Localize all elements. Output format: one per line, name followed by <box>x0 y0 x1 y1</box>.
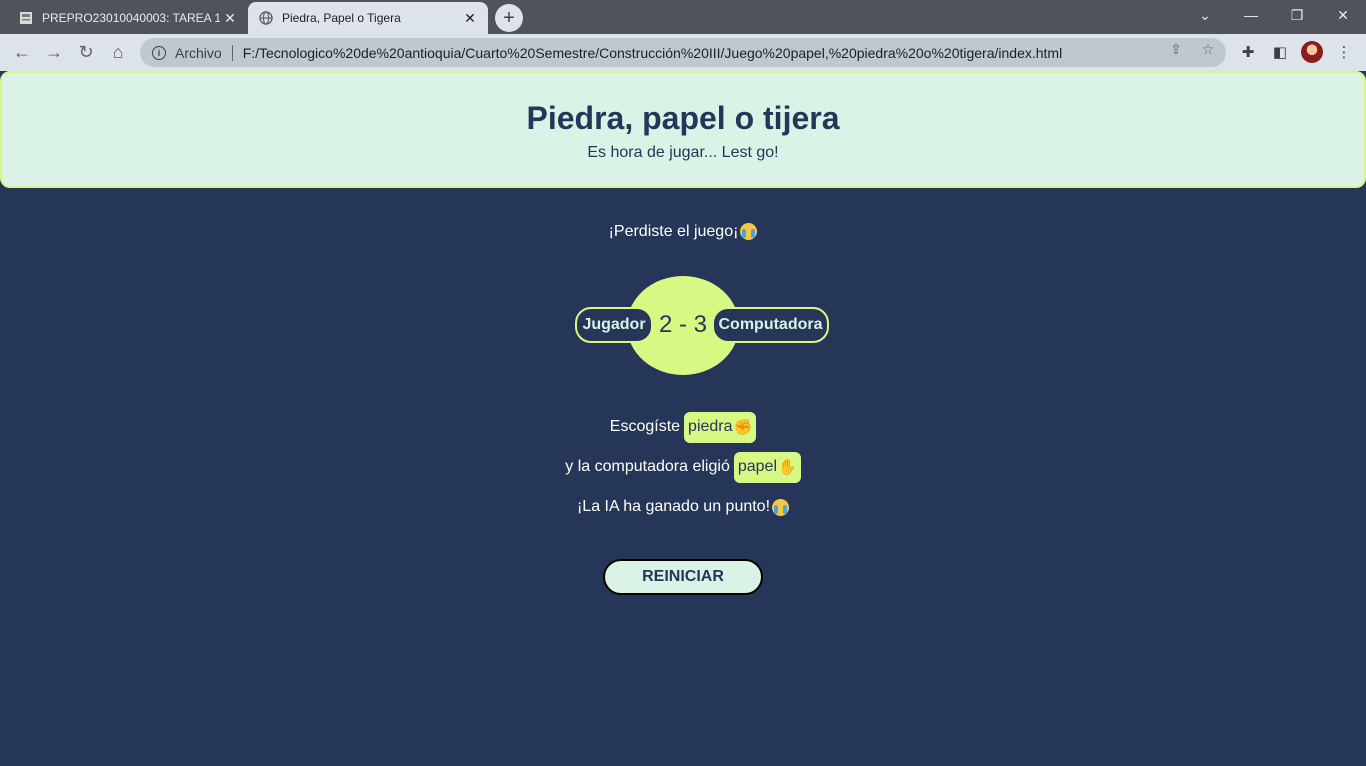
computer-choice-line: y la computadora eligió papel ✋ <box>0 451 1366 483</box>
page-subtitle: Es hora de jugar... Lest go! <box>587 144 779 161</box>
reload-icon[interactable]: ↻ <box>72 38 100 66</box>
fist-icon: ✊ <box>733 419 753 436</box>
player-choice-prefix: Escogíste <box>609 418 681 435</box>
close-tab-icon[interactable]: ✕ <box>460 8 480 28</box>
computer-label: Computadora <box>712 307 829 343</box>
minimize-icon[interactable]: — <box>1228 0 1274 30</box>
tab-search-icon[interactable]: ⌄ <box>1182 0 1228 30</box>
url-text[interactable]: F:/Tecnologico%20de%20antioquia/Cuarto%2… <box>243 45 1226 61</box>
address-bar[interactable]: i Archivo F:/Tecnologico%20de%20antioqui… <box>140 38 1226 67</box>
crying-emoji-icon <box>772 498 790 516</box>
close-tab-icon[interactable]: ✕ <box>220 8 240 28</box>
round-message-line: ¡La IA ha ganado un punto! <box>0 491 1366 523</box>
tab-title: Piedra, Papel o Tigera <box>282 11 401 25</box>
menu-icon[interactable]: ⋮ <box>1334 42 1354 62</box>
reset-button[interactable]: REINICIAR <box>603 559 763 595</box>
share-icon[interactable]: ⇪ <box>1168 41 1184 57</box>
page-title: Piedra, papel o tijera <box>526 100 840 136</box>
crying-emoji-icon <box>740 223 758 241</box>
result-text: ¡Perdiste el juego¡ <box>608 223 739 240</box>
globe-icon <box>258 10 274 26</box>
restore-icon[interactable]: ❐ <box>1274 0 1320 30</box>
scheme-label: Archivo <box>175 44 222 61</box>
forward-icon[interactable]: → <box>40 38 68 66</box>
divider <box>231 44 233 61</box>
player-choice-badge: piedra ✊ <box>684 411 757 443</box>
close-window-icon[interactable]: ✕ <box>1320 0 1366 30</box>
avatar[interactable] <box>1301 41 1323 63</box>
tab-tarea[interactable]: PREPRO23010040003: TAREA 1 ✕ <box>8 2 248 34</box>
back-icon[interactable]: ← <box>8 38 36 66</box>
player-choice-line: Escogíste piedra ✊ <box>0 411 1366 443</box>
computer-choice-prefix: y la computadora eligió <box>565 458 730 475</box>
computer-choice-badge: papel ✋ <box>733 451 801 483</box>
computer-choice-value: papel <box>737 458 777 475</box>
player-choice-value: piedra <box>688 418 733 435</box>
browser-toolbar: ← → ↻ ⌂ i Archivo F:/Tecnologico%20de%20… <box>0 34 1366 71</box>
new-tab-button[interactable]: + <box>495 4 523 32</box>
player-label: Jugador <box>575 307 653 343</box>
tab-title: PREPRO23010040003: TAREA 1 <box>42 11 220 25</box>
extensions-icon[interactable]: ✚ <box>1238 42 1258 62</box>
bookmark-star-icon[interactable]: ☆ <box>1200 41 1216 57</box>
tab-piedra-papel[interactable]: Piedra, Papel o Tigera ✕ <box>248 2 488 34</box>
info-icon[interactable]: i <box>152 45 166 60</box>
document-icon <box>18 10 34 26</box>
raised-hand-icon: ✋ <box>778 459 797 476</box>
game-result-message: ¡Perdiste el juego¡ <box>0 221 1366 243</box>
tab-strip: PREPRO23010040003: TAREA 1 ✕ Piedra, Pap… <box>0 0 1366 34</box>
home-icon[interactable]: ⌂ <box>104 38 132 66</box>
page-header: Piedra, papel o tijera Es hora de jugar.… <box>0 71 1366 188</box>
round-message: ¡La IA ha ganado un punto! <box>576 498 771 515</box>
side-panel-icon[interactable]: ◧ <box>1270 42 1290 62</box>
